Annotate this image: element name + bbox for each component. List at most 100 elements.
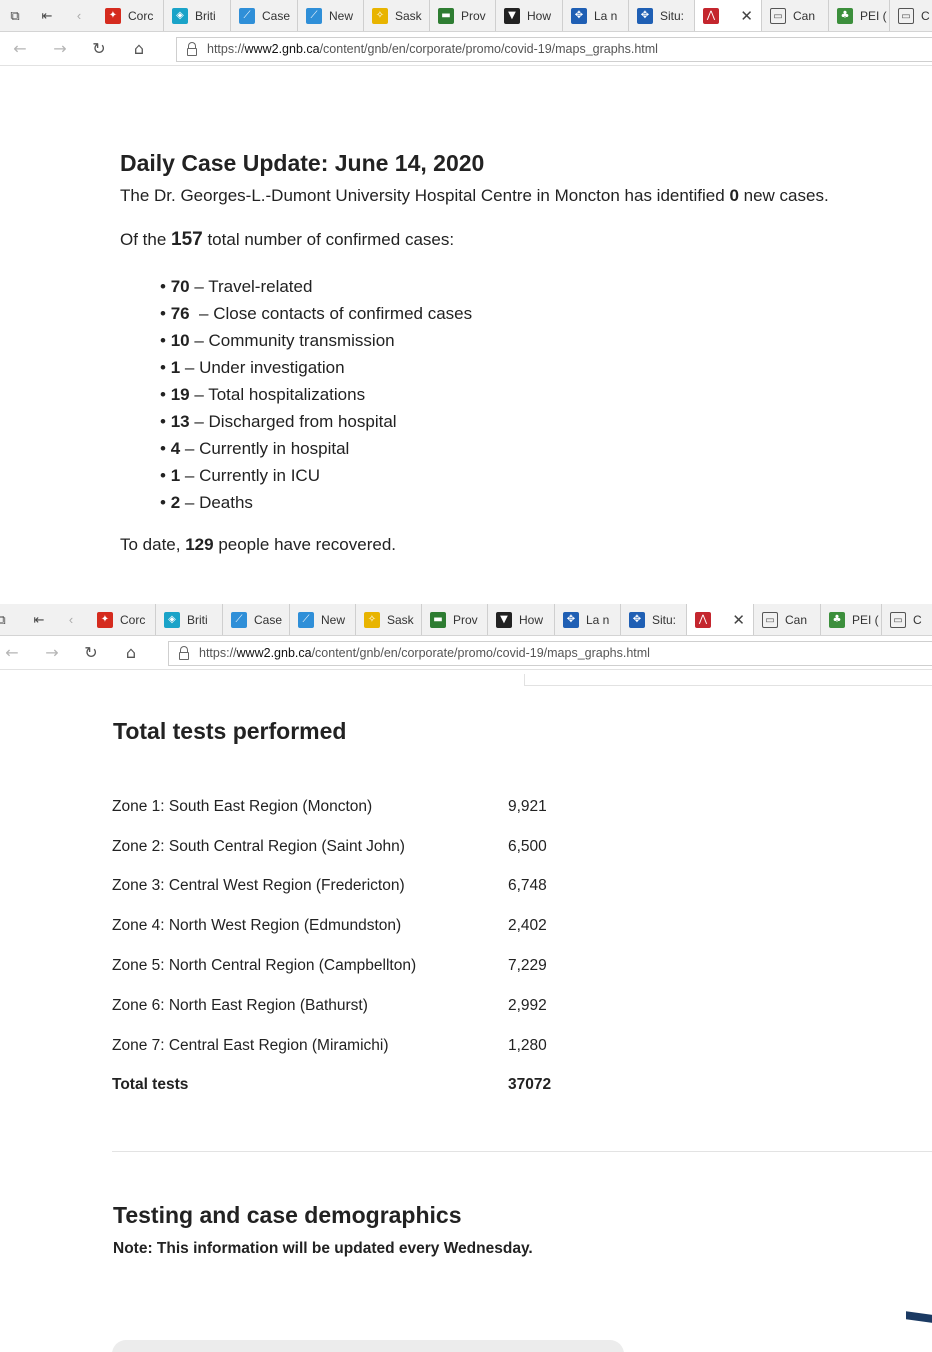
bullet-icon: • — [160, 304, 171, 323]
case-count: 1 — [170, 358, 181, 377]
section-divider — [524, 674, 932, 686]
tab-label: C — [913, 613, 922, 627]
case-label: Total hospitalizations — [208, 385, 366, 404]
zone-test-count: 2,402 — [508, 917, 547, 935]
window-icon: ▭ — [890, 612, 906, 628]
fleur-de-lis-icon: ✥ — [563, 612, 579, 628]
maple-leaf-icon: ✦ — [97, 612, 113, 628]
browser-tab[interactable]: ◈ Briti — [156, 604, 223, 635]
case-label: Under investigation — [199, 358, 345, 377]
gray-panel — [112, 1340, 624, 1352]
lock-icon — [179, 646, 189, 660]
browser-tab[interactable]: ✥ Situ: — [621, 604, 687, 635]
browser-tab[interactable]: ✥ Situ: — [629, 0, 695, 31]
browser-tab[interactable]: ⟋ New — [290, 604, 356, 635]
case-separator: – — [180, 493, 200, 512]
tab-actions-icon[interactable]: ⧉ — [0, 611, 10, 629]
forward-icon[interactable]: → — [50, 39, 70, 59]
decorative-shape — [906, 1311, 932, 1325]
close-tab-icon[interactable]: ✕ — [732, 604, 745, 635]
table-row: Zone 3: Central West Region (Fredericton… — [112, 867, 572, 907]
browser-tab[interactable]: ▭ Can — [754, 604, 821, 635]
maple-leaf-icon: ✦ — [105, 8, 121, 24]
table-row: Zone 2: South Central Region (Saint John… — [112, 827, 572, 867]
browser-tab[interactable]: ▭ C — [882, 604, 932, 635]
total-row: Total tests 37072 — [112, 1066, 572, 1106]
browser-tab[interactable]: ⟋ Case — [223, 604, 290, 635]
browser-tab[interactable]: ⟋ Case — [231, 0, 298, 31]
demographics-note: Note: This information will be updated e… — [113, 1240, 533, 1257]
refresh-icon[interactable]: ↻ — [81, 643, 101, 663]
table-row: Zone 1: South East Region (Moncton) 9,921 — [112, 787, 572, 827]
browser-tab[interactable]: ⋀ ✕ — [687, 604, 754, 635]
tab-label: Corc — [120, 613, 146, 627]
case-list-item: • 1 – Currently in ICU — [160, 462, 910, 489]
scroll-tabs-left-icon[interactable]: ‹ — [62, 611, 80, 629]
bullet-icon: • — [160, 277, 171, 296]
case-breakdown-list: • 70 – Travel-related • 76 – Close contac… — [160, 273, 910, 516]
browser-tab[interactable]: ⟋ New — [298, 0, 364, 31]
zone-test-count: 9,921 — [508, 797, 547, 815]
recovered-count: 129 — [185, 535, 214, 554]
window-icon: ▭ — [762, 612, 778, 628]
shield-icon: ▼ — [496, 612, 512, 628]
case-count: 13 — [170, 412, 190, 431]
home-icon[interactable]: ⌂ — [121, 643, 141, 663]
tab-label: Corc — [128, 9, 154, 23]
browser-tab[interactable]: ♣ PEI ( — [821, 604, 882, 635]
set-aside-tabs-icon[interactable]: ⇤ — [30, 611, 48, 629]
close-tab-icon[interactable]: ✕ — [740, 0, 753, 31]
browser-tab[interactable]: ▭ C — [890, 0, 932, 31]
browser-tab[interactable]: ✥ La n — [555, 604, 621, 635]
bc-logo-icon: ◈ — [172, 8, 188, 24]
refresh-icon[interactable]: ↻ — [89, 39, 109, 59]
browser-tab[interactable]: ✥ La n — [563, 0, 629, 31]
case-separator: – — [189, 304, 214, 323]
case-list-item: • 13 – Discharged from hospital — [160, 408, 910, 435]
browser-tab[interactable]: ✦ Corc — [89, 604, 156, 635]
browser-tab[interactable]: ♣ PEI ( — [829, 0, 890, 31]
address-bar[interactable]: https://www2.gnb.ca/content/gnb/en/corpo… — [168, 641, 932, 666]
browser-tab[interactable]: ⋀ ✕ — [695, 0, 762, 31]
tab-label: Briti — [187, 613, 208, 627]
browser-tab[interactable]: ▼ How — [488, 604, 555, 635]
browser-tab[interactable]: ✧ Sask — [364, 0, 430, 31]
tests-section: Total tests performed Zone 1: South East… — [0, 674, 932, 1352]
back-icon[interactable]: ← — [2, 643, 22, 663]
window-icon: ▭ — [898, 8, 914, 24]
table-row: Zone 7: Central East Region (Miramichi) 1… — [112, 1026, 572, 1066]
browser-tab[interactable]: ✧ Sask — [356, 604, 422, 635]
tab-label: La n — [594, 9, 618, 23]
zone-name: Zone 7: Central East Region (Miramichi) — [112, 1036, 389, 1054]
chart-icon: ⟋ — [306, 8, 322, 24]
case-label: Community transmission — [208, 331, 395, 350]
case-count: 2 — [170, 493, 181, 512]
set-aside-tabs-icon[interactable]: ⇤ — [38, 7, 56, 25]
bullet-icon: • — [160, 412, 171, 431]
browser-tab[interactable]: ▭ Can — [762, 0, 829, 31]
table-row: Zone 6: North East Region (Bathurst) 2,99… — [112, 986, 572, 1026]
back-icon[interactable]: ← — [10, 39, 30, 59]
chart-icon: ⟋ — [298, 612, 314, 628]
forward-icon[interactable]: → — [42, 643, 62, 663]
address-bar[interactable]: https://www2.gnb.ca/content/gnb/en/corpo… — [176, 37, 932, 62]
browser-tab[interactable]: ◈ Briti — [164, 0, 231, 31]
browser-tab[interactable]: ▬ Prov — [422, 604, 488, 635]
zone-test-count: 6,748 — [508, 877, 547, 895]
zone-test-count: 2,992 — [508, 996, 547, 1014]
browser-tab[interactable]: ✦ Corc — [97, 0, 164, 31]
bullet-icon: • — [160, 331, 171, 350]
tab-label: Case — [254, 613, 283, 627]
case-separator: – — [180, 466, 200, 485]
tab-label: Case — [262, 9, 291, 23]
pei-icon: ♣ — [829, 612, 845, 628]
case-count: 70 — [170, 277, 190, 296]
browser-tab[interactable]: ▬ Prov — [430, 0, 496, 31]
fleur-de-lis-icon: ✥ — [637, 8, 653, 24]
scroll-tabs-left-icon[interactable]: ‹ — [70, 7, 88, 25]
browser-tab[interactable]: ▼ How — [496, 0, 563, 31]
table-row: Zone 4: North West Region (Edmundston) 2,… — [112, 906, 572, 946]
tab-actions-icon[interactable]: ⧉ — [6, 7, 24, 25]
home-icon[interactable]: ⌂ — [129, 39, 149, 59]
daily-update-title: Daily Case Update: June 14, 2020 — [120, 150, 485, 176]
